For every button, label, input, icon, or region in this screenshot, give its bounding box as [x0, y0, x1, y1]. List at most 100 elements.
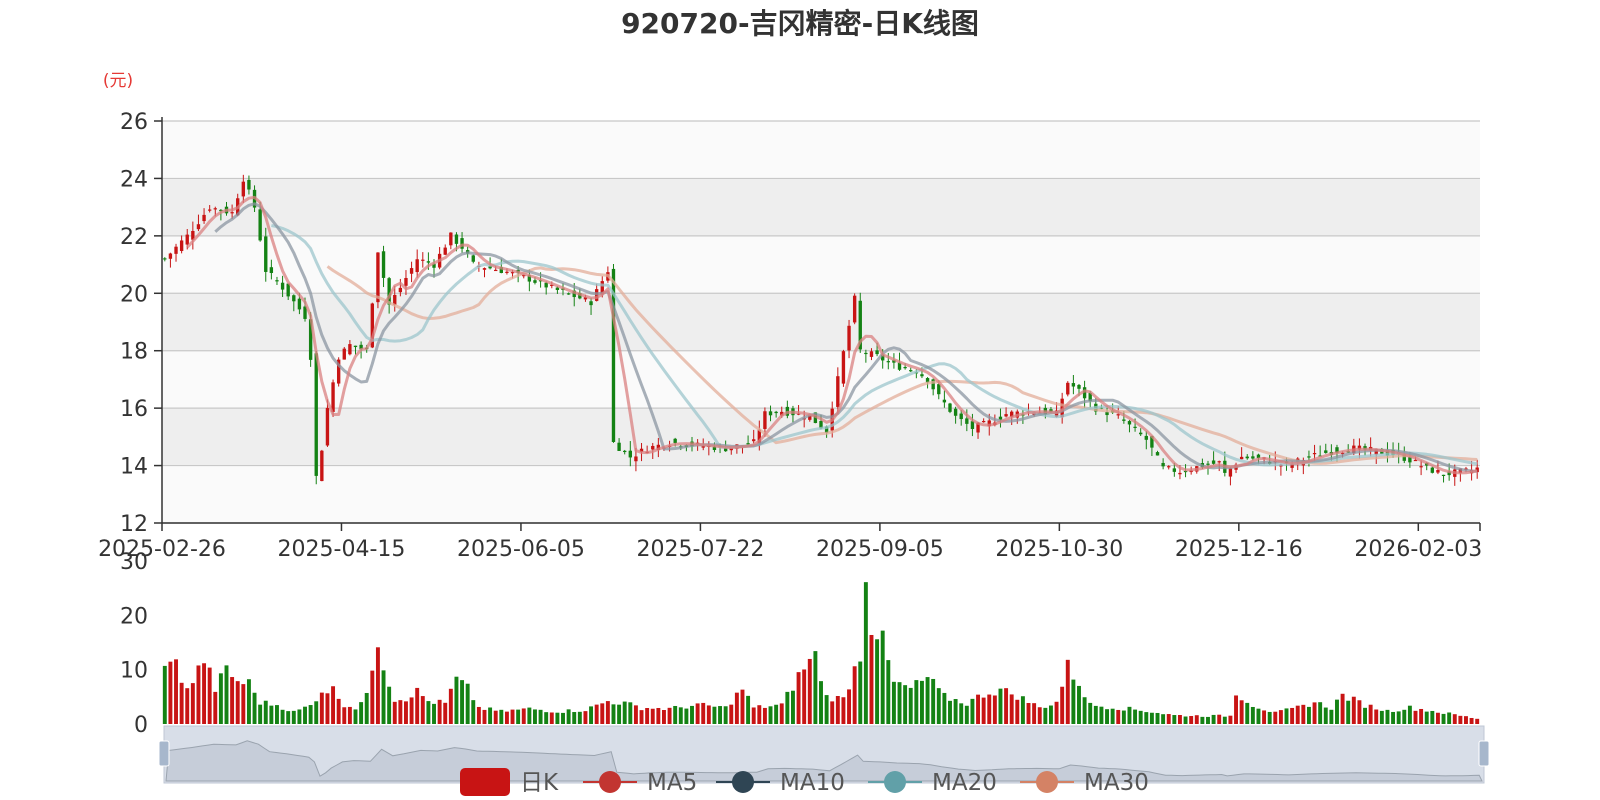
volume-bar: [1009, 694, 1014, 724]
volume-bar: [1374, 709, 1379, 724]
volume-bar: [420, 696, 425, 724]
legend-swatch-kline: [460, 768, 510, 796]
volume-bar: [891, 681, 896, 724]
volume-bar: [224, 665, 229, 724]
volume-bar: [1278, 710, 1283, 724]
volume-bar: [1391, 711, 1396, 724]
volume-bar: [1228, 715, 1233, 724]
volume-bar: [510, 709, 515, 724]
grid-band: [162, 121, 1480, 179]
volume-bar: [1110, 708, 1115, 724]
legend-label: MA20: [932, 770, 997, 796]
candle-body: [207, 209, 212, 211]
volume-bar: [179, 682, 184, 724]
volume-bar: [931, 678, 936, 724]
volume-bar: [398, 700, 403, 724]
volume-bar: [1194, 715, 1199, 724]
volume-bar: [499, 709, 504, 724]
volume-bar: [1105, 709, 1109, 724]
volume-bar: [1413, 710, 1418, 724]
volume-y-axis: 0 10 20 30: [120, 550, 148, 738]
volume-bar: [1172, 715, 1177, 724]
volume-bar: [723, 706, 728, 724]
volume-bar: [600, 703, 605, 724]
candle-body: [1077, 384, 1081, 389]
volume-bar: [516, 709, 521, 724]
volume-bar: [1318, 702, 1323, 724]
volume-bar: [1419, 708, 1424, 724]
legend-swatch-dot: [599, 771, 621, 793]
volume-bar: [561, 712, 565, 724]
volume-bar: [1441, 713, 1446, 724]
candle-body: [1307, 456, 1311, 458]
volume-bar: [218, 673, 223, 724]
volume-bar: [409, 697, 414, 724]
candle-body: [449, 232, 453, 246]
volume-bar: [213, 691, 218, 724]
legend-swatch-dot: [732, 771, 754, 793]
candle-body: [841, 351, 846, 384]
volume-bar: [392, 701, 397, 724]
volume-bar: [1452, 714, 1457, 724]
volume-bar: [1138, 710, 1143, 724]
y-axis-unit: (元): [103, 71, 133, 91]
candle-body: [1172, 468, 1177, 472]
volume-bar: [331, 686, 336, 724]
volume-tick-label: 30: [120, 550, 148, 575]
candle-body: [1312, 453, 1317, 455]
y-tick-label: 12: [120, 512, 148, 537]
datazoom-left-handle[interactable]: [158, 740, 170, 767]
y-tick-label: 16: [120, 397, 148, 422]
volume-tick-label: 0: [134, 713, 148, 738]
volume-bar: [751, 707, 756, 724]
volume-bar: [207, 667, 212, 724]
candle-body: [864, 352, 868, 355]
volume-bar: [746, 695, 751, 724]
volume-bar: [998, 688, 1003, 724]
volume-bar: [325, 693, 330, 724]
volume-bar: [1200, 716, 1205, 724]
candle-body: [953, 408, 958, 416]
volume-bar: [1071, 679, 1076, 724]
candle-body: [1139, 432, 1143, 435]
volume-bar: [342, 707, 347, 724]
volume-bar: [656, 707, 661, 724]
candle-body: [920, 374, 924, 377]
volume-bar: [1424, 711, 1429, 724]
legend-swatch-dot: [884, 771, 906, 793]
volume-bar: [981, 697, 986, 724]
volume-bar: [476, 706, 481, 724]
volume-bar: [246, 679, 251, 724]
volume-bar: [308, 705, 313, 724]
volume-bar: [645, 708, 650, 724]
datazoom-right-handle[interactable]: [1478, 740, 1490, 767]
candle-body: [1436, 469, 1440, 473]
volume-bar: [875, 639, 880, 724]
volume-bar: [886, 660, 891, 724]
candle-body: [426, 261, 431, 263]
volume-bar: [521, 708, 526, 724]
candle-body: [1430, 467, 1435, 473]
volume-bar: [1206, 716, 1210, 724]
volume-tick-label: 20: [120, 604, 148, 629]
volume-bar: [538, 709, 543, 724]
volume-bar: [729, 704, 734, 724]
volume-bar: [914, 680, 919, 724]
volume-bar: [196, 665, 201, 724]
x-tick-label: 2025-04-15: [278, 537, 406, 562]
volume-bar: [1116, 709, 1121, 724]
volume-bar: [611, 704, 616, 724]
volume-bar: [1323, 707, 1328, 724]
candle-body: [174, 246, 178, 254]
volume-bar: [701, 702, 706, 724]
volume-bar: [353, 709, 358, 724]
volume-bar: [712, 706, 717, 724]
candle-body: [454, 234, 459, 244]
y-tick-label: 24: [120, 167, 148, 192]
volume-bar: [1065, 659, 1070, 724]
x-tick-label: 2025-10-30: [995, 537, 1123, 562]
volume-bar: [370, 670, 375, 724]
volume-bar: [387, 686, 392, 724]
volume-bar: [1161, 714, 1166, 724]
volume-bar: [1166, 714, 1171, 724]
